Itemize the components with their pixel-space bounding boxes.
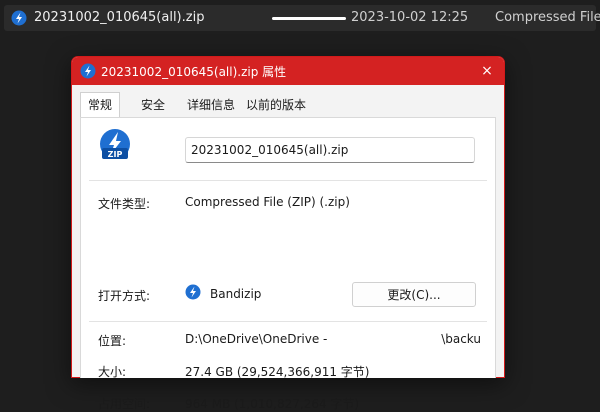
open-with-value: Bandizip — [210, 287, 262, 301]
properties-dialog: 20231002_010645(all).zip 属性 × 常规 安全 详细信息… — [71, 56, 505, 411]
tab-strip: 常规 安全 详细信息 以前的版本 — [80, 92, 496, 119]
file-type: Compressed File... — [495, 10, 600, 25]
divider — [89, 321, 487, 322]
file-type-value: Compressed File (ZIP) (.zip) — [185, 195, 350, 209]
file-name: 20231002_010645(all).zip — [34, 10, 205, 25]
location-value: D:\OneDrive\OneDrive - \backup\M — [185, 332, 481, 346]
zip-file-icon — [80, 63, 96, 79]
zip-file-icon — [11, 10, 27, 26]
size-label: 大小: — [98, 365, 127, 379]
redacted-region — [331, 333, 442, 346]
location-label: 位置: — [98, 334, 127, 348]
tab-details[interactable]: 详细信息 — [180, 93, 242, 117]
general-panel: ZIP 文件类型: Compressed File (ZIP) (.zip) 打… — [80, 117, 496, 411]
size-on-disk-label: 占用空间: — [98, 397, 151, 411]
size-on-disk-value: 964 MB (1,010,827,264 字节) — [185, 397, 360, 411]
svg-text:ZIP: ZIP — [108, 150, 123, 159]
divider — [89, 180, 487, 181]
location-value-end: \backup\M — [441, 332, 481, 346]
explorer-file-row[interactable]: 20231002_010645(all).zip 2023-10-02 12:2… — [4, 5, 600, 31]
zip-file-icon: ZIP — [100, 129, 130, 159]
open-with-label: 打开方式: — [98, 289, 151, 303]
dialog-titlebar[interactable]: 20231002_010645(all).zip 属性 × — [72, 57, 504, 85]
location-value-start: D:\OneDrive\OneDrive - — [185, 332, 332, 346]
size-value: 27.4 GB (29,524,366,911 字节) — [185, 365, 370, 379]
file-type-label: 文件类型: — [98, 197, 151, 211]
dialog-title: 20231002_010645(all).zip 属性 — [101, 65, 287, 79]
tab-general[interactable]: 常规 — [80, 92, 121, 119]
file-name-field[interactable] — [185, 137, 475, 163]
tab-previous-versions[interactable]: 以前的版本 — [239, 93, 313, 117]
file-modified-date: 2023-10-02 12:25 — [351, 10, 469, 25]
change-button[interactable]: 更改(C)... — [352, 282, 476, 307]
close-icon[interactable]: × — [478, 61, 496, 81]
tab-security[interactable]: 安全 — [134, 93, 172, 117]
selection-progress-bar — [272, 17, 346, 20]
bandizip-icon — [185, 284, 201, 300]
